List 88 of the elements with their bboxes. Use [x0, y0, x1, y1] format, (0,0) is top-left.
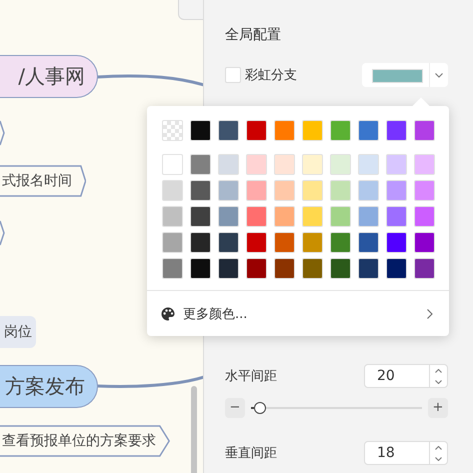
color-swatch[interactable]: [302, 120, 323, 141]
color-swatch[interactable]: [414, 154, 435, 175]
color-swatch[interactable]: [358, 120, 379, 141]
color-swatch[interactable]: [218, 154, 239, 175]
slider-thumb[interactable]: [254, 402, 266, 414]
color-swatch[interactable]: [190, 154, 211, 175]
color-swatch[interactable]: [330, 180, 351, 201]
chevron-up-icon[interactable]: [435, 368, 442, 372]
color-swatch[interactable]: [246, 154, 267, 175]
color-swatch[interactable]: [414, 206, 435, 227]
color-swatch[interactable]: [246, 232, 267, 253]
chevron-up-icon[interactable]: [435, 446, 442, 450]
color-swatch[interactable]: [274, 154, 295, 175]
color-swatch[interactable]: [162, 154, 183, 175]
checkbox[interactable]: [225, 67, 241, 83]
color-swatch[interactable]: [358, 180, 379, 201]
color-swatch[interactable]: [358, 232, 379, 253]
color-swatch[interactable]: [386, 180, 407, 201]
color-swatch[interactable]: [302, 180, 323, 201]
color-swatch[interactable]: [302, 206, 323, 227]
chevron-down-icon[interactable]: [435, 456, 442, 460]
color-swatch[interactable]: [190, 258, 211, 279]
color-swatch[interactable]: [218, 180, 239, 201]
color-swatch[interactable]: [302, 232, 323, 253]
color-swatch[interactable]: [274, 232, 295, 253]
color-swatch[interactable]: [162, 232, 183, 253]
color-swatch[interactable]: [218, 232, 239, 253]
color-swatch[interactable]: [274, 258, 295, 279]
more-colors-item[interactable]: 更多颜色...: [147, 290, 449, 336]
transparent-swatch[interactable]: [162, 120, 183, 141]
field-label: 水平间距: [225, 368, 277, 385]
color-swatch[interactable]: [386, 206, 407, 227]
chevron-down-icon[interactable]: [435, 380, 442, 384]
decrease-button[interactable]: −: [225, 398, 245, 418]
topic-node-edge[interactable]: [0, 120, 5, 146]
topic-node[interactable]: 方案发布: [0, 365, 98, 408]
field-label: 垂直间距: [225, 445, 277, 462]
chevron-down-icon: [435, 72, 443, 78]
color-swatch[interactable]: [302, 258, 323, 279]
color-swatch[interactable]: [218, 258, 239, 279]
color-swatch[interactable]: [358, 258, 379, 279]
color-swatch[interactable]: [358, 206, 379, 227]
color-swatch[interactable]: [330, 154, 351, 175]
color-swatch[interactable]: [302, 154, 323, 175]
chevron-right-icon: [427, 308, 433, 318]
color-swatch[interactable]: [246, 258, 267, 279]
color-swatch[interactable]: [162, 180, 183, 201]
color-swatch[interactable]: [386, 154, 407, 175]
color-swatch[interactable]: [190, 232, 211, 253]
panel-tab[interactable]: [178, 0, 203, 20]
color-dropdown[interactable]: [362, 63, 448, 87]
topic-node-edge[interactable]: [0, 220, 5, 246]
color-swatch[interactable]: [218, 206, 239, 227]
topic-node[interactable]: 查看预报单位的方案要求: [0, 425, 170, 457]
color-swatch[interactable]: [162, 206, 183, 227]
color-swatch[interactable]: [190, 180, 211, 201]
color-swatch[interactable]: [274, 180, 295, 201]
color-swatch[interactable]: [330, 258, 351, 279]
increase-button[interactable]: +: [428, 398, 448, 418]
color-swatch[interactable]: [358, 154, 379, 175]
color-swatch[interactable]: [246, 206, 267, 227]
topic-node[interactable]: /人事网: [0, 55, 98, 98]
color-swatch[interactable]: [414, 232, 435, 253]
color-swatch[interactable]: [218, 120, 239, 141]
color-swatch[interactable]: [330, 206, 351, 227]
scrollbar[interactable]: [191, 386, 197, 473]
color-swatch[interactable]: [386, 120, 407, 141]
number-field[interactable]: 18: [364, 441, 448, 465]
checkbox-label: 彩虹分支: [245, 67, 297, 84]
color-swatch[interactable]: [330, 120, 351, 141]
topic-node[interactable]: 式报名时间: [0, 165, 86, 197]
topic-node[interactable]: 岗位: [0, 316, 36, 348]
color-swatch[interactable]: [414, 258, 435, 279]
color-swatch[interactable]: [274, 120, 295, 141]
color-swatch[interactable]: [190, 206, 211, 227]
number-field[interactable]: 20: [364, 364, 448, 388]
color-swatch[interactable]: [414, 180, 435, 201]
section-title: 全局配置: [225, 26, 282, 44]
color-swatch[interactable]: [414, 120, 435, 141]
color-swatch[interactable]: [386, 258, 407, 279]
color-swatch[interactable]: [386, 232, 407, 253]
color-swatch[interactable]: [190, 120, 211, 141]
color-swatch[interactable]: [162, 258, 183, 279]
color-swatch[interactable]: [246, 120, 267, 141]
color-swatch[interactable]: [246, 180, 267, 201]
color-swatch[interactable]: [330, 232, 351, 253]
palette-icon: [161, 306, 175, 320]
color-swatch[interactable]: [274, 206, 295, 227]
